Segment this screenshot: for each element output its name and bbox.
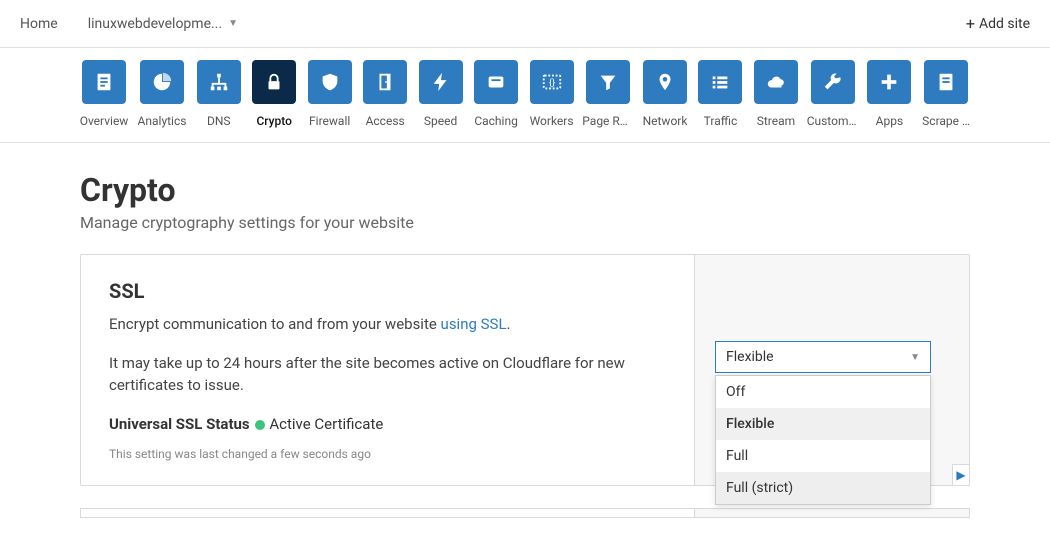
topbar: Home linuxwebdevelopme... ▼ + Add site (0, 0, 1050, 48)
nav-tab-apps[interactable]: Apps (867, 60, 912, 128)
nav-tab-firewall[interactable]: Firewall (307, 60, 352, 128)
help-toggle[interactable]: ▶ (952, 464, 970, 486)
ssl-mode-selected: Flexible (726, 349, 774, 365)
ssl-status-label: Universal SSL Status (109, 415, 250, 433)
ssl-option-full[interactable]: Full (716, 440, 930, 472)
list-icon (698, 60, 742, 104)
nav-tab-label: DNS (207, 114, 231, 128)
topbar-left: Home linuxwebdevelopme... ▼ (20, 16, 238, 32)
nav-tab-caching[interactable]: Caching (473, 60, 518, 128)
using-ssl-link[interactable]: using SSL (441, 315, 507, 333)
next-card-peek (80, 508, 970, 518)
door-icon (363, 60, 407, 104)
nav-tab-label: Network (643, 114, 688, 128)
ssl-option-full-strict-[interactable]: Full (strict) (716, 472, 930, 504)
nav-tab-label: Page Ru… (582, 114, 634, 128)
ssl-mode-select[interactable]: Flexible ▼ (715, 341, 931, 373)
add-site-button[interactable]: + Add site (966, 16, 1030, 32)
nav-tab-label: Apps (876, 114, 904, 128)
nav-tab-overview[interactable]: Overview (80, 60, 128, 128)
lock-icon (252, 60, 296, 104)
nav-tab-label: Stream (757, 114, 795, 128)
next-card-peek-right (694, 509, 969, 517)
svg-text:{}: {} (548, 79, 554, 89)
doc-icon (82, 60, 126, 104)
site-selector-label: linuxwebdevelopme... (88, 16, 222, 32)
ssl-status-row: Universal SSL Status Active Certificate (109, 415, 666, 433)
ssl-card-title: SSL (109, 279, 666, 303)
nav-tab-label: Access (366, 114, 405, 128)
nav-tab-label: Crypto (256, 114, 291, 128)
chevron-down-icon: ▼ (910, 352, 920, 363)
ssl-mode-dropdown: OffFlexibleFullFull (strict) (715, 375, 931, 505)
nav-tab-label: Speed (424, 114, 457, 128)
add-site-label: Add site (979, 16, 1030, 32)
ssl-desc-post: . (507, 315, 511, 333)
nav-tabs: Overview Analytics DNS Crypto Firewall Access… (0, 48, 1050, 143)
nav-tab-label: Overview (80, 114, 129, 128)
chevron-down-icon: ▼ (228, 18, 238, 29)
ssl-card-control: Flexible ▼ OffFlexibleFullFull (strict) … (694, 255, 969, 485)
nav-tab-label: Custom … (807, 114, 859, 128)
ssl-last-changed: This setting was last changed a few seco… (109, 447, 666, 461)
home-link[interactable]: Home (20, 16, 58, 32)
nav-tab-dns[interactable]: DNS (196, 60, 241, 128)
nav-tab-label: Analytics (138, 114, 187, 128)
wrench-icon (811, 60, 855, 104)
code-icon: {} (530, 60, 574, 104)
tree-icon (197, 60, 241, 104)
ssl-card-desc: Encrypt communication to and from your w… (109, 313, 666, 336)
ssl-card-body: SSL Encrypt communication to and from yo… (81, 255, 694, 485)
nav-tab-traffic[interactable]: Traffic (698, 60, 743, 128)
ssl-card: SSL Encrypt communication to and from yo… (80, 254, 970, 486)
nav-tab-analytics[interactable]: Analytics (138, 60, 186, 128)
layers-icon (474, 60, 518, 104)
nav-tab-custom[interactable]: Custom … (809, 60, 857, 128)
nav-tab-access[interactable]: Access (362, 60, 407, 128)
ssl-desc-pre: Encrypt communication to and from your w… (109, 315, 441, 333)
pin-icon (643, 60, 687, 104)
site-selector[interactable]: linuxwebdevelopme... ▼ (88, 16, 238, 32)
nav-tab-scrape[interactable]: Scrape … (922, 60, 970, 128)
ssl-status-value: Active Certificate (269, 415, 383, 433)
nav-tab-label: Caching (474, 114, 518, 128)
page-title: Crypto (80, 171, 970, 209)
status-dot-icon (255, 420, 265, 430)
main: Crypto Manage cryptography settings for … (0, 143, 1050, 538)
page-icon (924, 60, 968, 104)
page-subtitle: Manage cryptography settings for your we… (80, 213, 970, 232)
ssl-card-note: It may take up to 24 hours after the sit… (109, 352, 666, 397)
nav-tab-stream[interactable]: Stream (753, 60, 798, 128)
nav-tab-label: Firewall (309, 114, 350, 128)
funnel-icon (586, 60, 630, 104)
nav-tab-workers[interactable]: {} Workers (529, 60, 574, 128)
nav-tab-network[interactable]: Network (642, 60, 687, 128)
shield-icon (308, 60, 352, 104)
ssl-option-flexible[interactable]: Flexible (716, 408, 930, 440)
nav-tab-speed[interactable]: Speed (418, 60, 463, 128)
ssl-option-off[interactable]: Off (716, 376, 930, 408)
nav-tab-label: Scrape … (922, 114, 970, 128)
cloud-icon (754, 60, 798, 104)
bolt-icon (419, 60, 463, 104)
plus-icon: + (966, 16, 975, 32)
nav-tab-pagerules[interactable]: Page Ru… (584, 60, 632, 128)
nav-tab-crypto[interactable]: Crypto (251, 60, 296, 128)
nav-tab-label: Traffic (704, 114, 738, 128)
nav-tab-label: Workers (530, 114, 574, 128)
pie-icon (140, 60, 184, 104)
plus-icon (867, 60, 911, 104)
